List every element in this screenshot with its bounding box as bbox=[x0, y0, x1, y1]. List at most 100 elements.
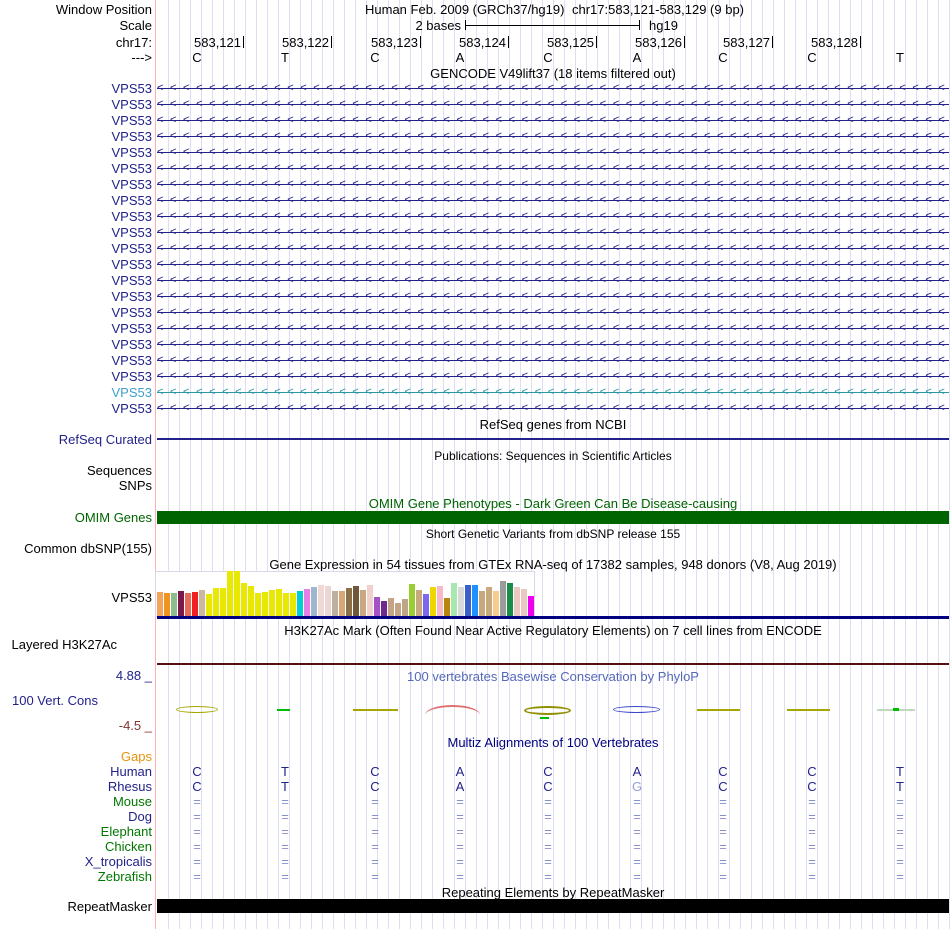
gencode-transcript-row[interactable]: <<<<<<<<<<<<<<<<<<<<<<<<<<<<<<<<<<<<<<<<… bbox=[157, 242, 949, 254]
gtex-expression-bar[interactable] bbox=[220, 588, 226, 617]
gtex-expression-bar[interactable] bbox=[402, 599, 408, 617]
gencode-transcript-label[interactable]: VPS53 bbox=[112, 338, 152, 351]
gencode-transcript-row[interactable]: <<<<<<<<<<<<<<<<<<<<<<<<<<<<<<<<<<<<<<<<… bbox=[157, 226, 949, 238]
gtex-expression-bar[interactable] bbox=[395, 603, 401, 617]
gencode-transcript-row[interactable]: <<<<<<<<<<<<<<<<<<<<<<<<<<<<<<<<<<<<<<<<… bbox=[157, 322, 949, 334]
gencode-transcript-label[interactable]: VPS53 bbox=[112, 98, 152, 111]
gencode-transcript-row[interactable]: <<<<<<<<<<<<<<<<<<<<<<<<<<<<<<<<<<<<<<<<… bbox=[157, 82, 949, 94]
gencode-transcript-row[interactable]: <<<<<<<<<<<<<<<<<<<<<<<<<<<<<<<<<<<<<<<<… bbox=[157, 386, 949, 398]
gencode-transcript-label[interactable]: VPS53 bbox=[112, 290, 152, 303]
gtex-expression-bar[interactable] bbox=[486, 587, 492, 617]
gencode-transcript-row[interactable]: <<<<<<<<<<<<<<<<<<<<<<<<<<<<<<<<<<<<<<<<… bbox=[157, 194, 949, 206]
gtex-expression-bar[interactable] bbox=[346, 588, 352, 617]
gencode-transcript-row[interactable]: <<<<<<<<<<<<<<<<<<<<<<<<<<<<<<<<<<<<<<<<… bbox=[157, 210, 949, 222]
gencode-transcript-label[interactable]: VPS53 bbox=[112, 210, 152, 223]
gencode-transcript-label[interactable]: VPS53 bbox=[112, 114, 152, 127]
gtex-expression-bar[interactable] bbox=[507, 583, 513, 617]
gencode-transcript-label[interactable]: VPS53 bbox=[112, 226, 152, 239]
dbsnp-label[interactable]: Common dbSNP(155) bbox=[24, 542, 152, 555]
multiz-species-label[interactable]: Rhesus bbox=[108, 780, 152, 793]
h3k27ac-track-line[interactable] bbox=[157, 663, 949, 665]
gencode-transcript-label[interactable]: VPS53 bbox=[112, 370, 152, 383]
gtex-expression-bar[interactable] bbox=[458, 587, 464, 617]
gtex-expression-bar[interactable] bbox=[409, 584, 415, 617]
gtex-expression-bar[interactable] bbox=[227, 571, 233, 617]
gtex-expression-bar[interactable] bbox=[297, 591, 303, 617]
gencode-transcript-label[interactable]: VPS53 bbox=[112, 274, 152, 287]
refseq-curated-item[interactable] bbox=[157, 438, 949, 440]
conservation-label[interactable]: 100 Vert. Cons bbox=[12, 694, 98, 707]
gtex-expression-bar[interactable] bbox=[493, 591, 499, 617]
gtex-expression-bar[interactable] bbox=[437, 586, 443, 617]
gtex-expression-bar[interactable] bbox=[423, 594, 429, 617]
h3k27ac-label[interactable]: Layered H3K27Ac bbox=[11, 638, 117, 651]
gencode-transcript-label[interactable]: VPS53 bbox=[112, 258, 152, 271]
gtex-expression-bar[interactable] bbox=[213, 588, 219, 617]
multiz-species-label[interactable]: Chicken bbox=[105, 840, 152, 853]
gencode-transcript-label[interactable]: VPS53 bbox=[112, 194, 152, 207]
gencode-transcript-row[interactable]: <<<<<<<<<<<<<<<<<<<<<<<<<<<<<<<<<<<<<<<<… bbox=[157, 162, 949, 174]
gencode-transcript-label[interactable]: VPS53 bbox=[112, 162, 152, 175]
gtex-expression-bar[interactable] bbox=[374, 597, 380, 617]
gtex-expression-bar[interactable] bbox=[255, 593, 261, 617]
omim-gene-bar[interactable] bbox=[157, 511, 949, 524]
gtex-expression-bar[interactable] bbox=[199, 590, 205, 617]
gtex-expression-bar[interactable] bbox=[416, 590, 422, 617]
gtex-expression-bar[interactable] bbox=[206, 594, 212, 617]
gtex-expression-bar[interactable] bbox=[381, 601, 387, 617]
repeatmasker-label[interactable]: RepeatMasker bbox=[67, 900, 152, 913]
gtex-expression-bar[interactable] bbox=[304, 589, 310, 617]
publications-sequences-label[interactable]: Sequences bbox=[87, 464, 152, 477]
gtex-expression-bar[interactable] bbox=[192, 592, 198, 617]
gtex-expression-bar[interactable] bbox=[171, 593, 177, 617]
gtex-expression-bar[interactable] bbox=[248, 586, 254, 617]
gtex-expression-bar[interactable] bbox=[528, 596, 534, 617]
gencode-transcript-label[interactable]: VPS53 bbox=[112, 178, 152, 191]
gtex-expression-bar[interactable] bbox=[367, 585, 373, 617]
gtex-expression-bar[interactable] bbox=[465, 585, 471, 617]
gtex-expression-bar[interactable] bbox=[269, 590, 275, 617]
gtex-expression-bar[interactable] bbox=[234, 571, 240, 617]
gencode-transcript-row[interactable]: <<<<<<<<<<<<<<<<<<<<<<<<<<<<<<<<<<<<<<<<… bbox=[157, 354, 949, 366]
gencode-transcript-label[interactable]: VPS53 bbox=[112, 146, 152, 159]
multiz-species-label[interactable]: X_tropicalis bbox=[85, 855, 152, 868]
gencode-transcript-row[interactable]: <<<<<<<<<<<<<<<<<<<<<<<<<<<<<<<<<<<<<<<<… bbox=[157, 146, 949, 158]
gtex-expression-bar[interactable] bbox=[241, 583, 247, 617]
gtex-expression-bar[interactable] bbox=[388, 598, 394, 617]
gtex-expression-bar[interactable] bbox=[283, 593, 289, 617]
gtex-expression-bar[interactable] bbox=[444, 598, 450, 617]
gtex-expression-bar[interactable] bbox=[360, 590, 366, 617]
refseq-curated-label[interactable]: RefSeq Curated bbox=[59, 433, 152, 446]
gencode-transcript-row[interactable]: <<<<<<<<<<<<<<<<<<<<<<<<<<<<<<<<<<<<<<<<… bbox=[157, 258, 949, 270]
gencode-transcript-row[interactable]: <<<<<<<<<<<<<<<<<<<<<<<<<<<<<<<<<<<<<<<<… bbox=[157, 98, 949, 110]
multiz-species-label[interactable]: Human bbox=[110, 765, 152, 778]
gtex-expression-bar[interactable] bbox=[500, 581, 506, 617]
gencode-transcript-row[interactable]: <<<<<<<<<<<<<<<<<<<<<<<<<<<<<<<<<<<<<<<<… bbox=[157, 338, 949, 350]
gencode-transcript-row[interactable]: <<<<<<<<<<<<<<<<<<<<<<<<<<<<<<<<<<<<<<<<… bbox=[157, 306, 949, 318]
gtex-expression-bar[interactable] bbox=[472, 585, 478, 617]
gtex-expression-bar[interactable] bbox=[262, 592, 268, 617]
gtex-expression-bar[interactable] bbox=[521, 589, 527, 617]
gencode-transcript-label[interactable]: VPS53 bbox=[112, 402, 152, 415]
multiz-species-label[interactable]: Dog bbox=[128, 810, 152, 823]
gtex-expression-bar[interactable] bbox=[514, 587, 520, 617]
multiz-species-label[interactable]: Elephant bbox=[101, 825, 152, 838]
gtex-expression-bar[interactable] bbox=[339, 591, 345, 617]
gtex-expression-bar[interactable] bbox=[311, 587, 317, 617]
multiz-species-label[interactable]: Mouse bbox=[113, 795, 152, 808]
gtex-expression-bar[interactable] bbox=[430, 587, 436, 617]
gencode-transcript-row[interactable]: <<<<<<<<<<<<<<<<<<<<<<<<<<<<<<<<<<<<<<<<… bbox=[157, 130, 949, 142]
gtex-expression-bar[interactable] bbox=[178, 591, 184, 617]
gencode-transcript-row[interactable]: <<<<<<<<<<<<<<<<<<<<<<<<<<<<<<<<<<<<<<<<… bbox=[157, 178, 949, 190]
multiz-species-label[interactable]: Zebrafish bbox=[98, 870, 152, 883]
gencode-transcript-label[interactable]: VPS53 bbox=[112, 242, 152, 255]
gtex-expression-bar[interactable] bbox=[276, 589, 282, 617]
gtex-expression-bar[interactable] bbox=[290, 593, 296, 617]
gencode-transcript-label[interactable]: VPS53 bbox=[112, 322, 152, 335]
gtex-gene-label[interactable]: VPS53 bbox=[112, 591, 152, 604]
gtex-expression-bar[interactable] bbox=[157, 592, 163, 617]
gtex-expression-bar[interactable] bbox=[332, 591, 338, 617]
gtex-expression-bar[interactable] bbox=[353, 586, 359, 617]
publications-snps-label[interactable]: SNPs bbox=[119, 479, 152, 492]
gencode-transcript-row[interactable]: <<<<<<<<<<<<<<<<<<<<<<<<<<<<<<<<<<<<<<<<… bbox=[157, 290, 949, 302]
